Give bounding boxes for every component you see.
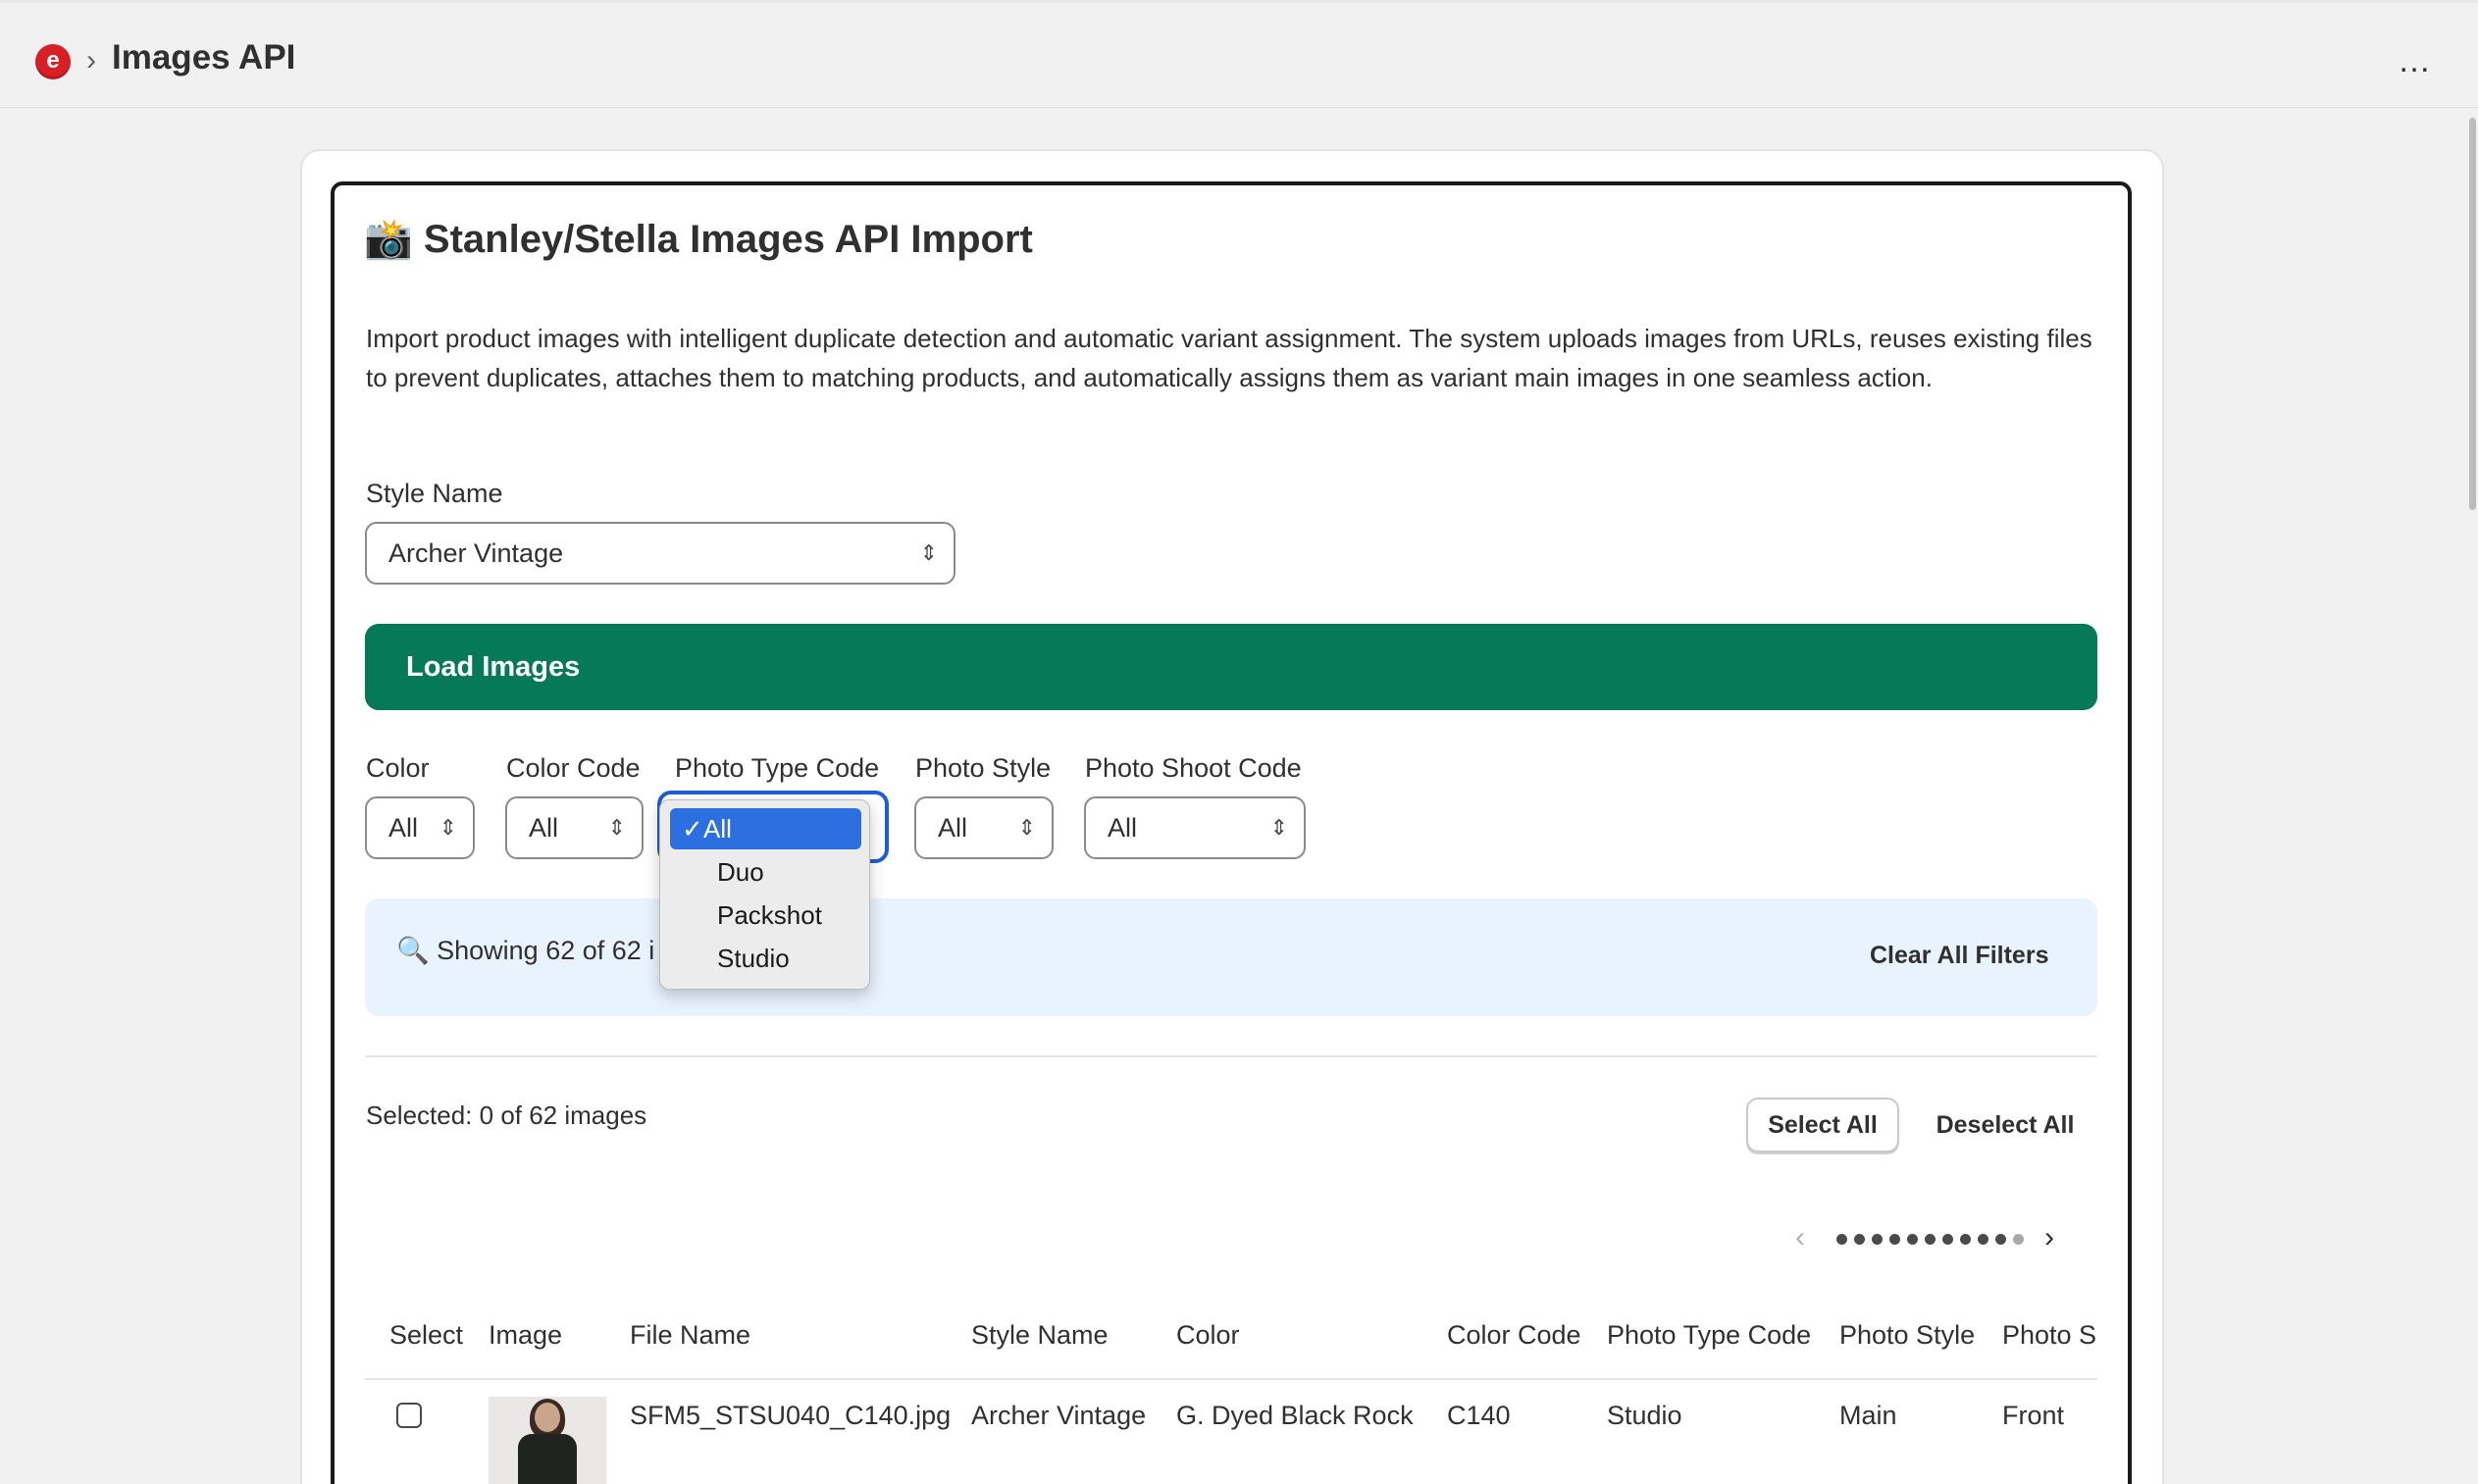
pagination-dot[interactable] — [2013, 1234, 2024, 1245]
cell-style-name: Archer Vintage — [971, 1401, 1147, 1430]
page-title: Images API — [112, 38, 296, 77]
photo-style-filter-select[interactable]: All ⇕ — [914, 796, 1054, 859]
pagination-dot[interactable] — [1995, 1234, 2006, 1245]
column-header-image: Image — [489, 1320, 563, 1350]
row-select-checkbox[interactable] — [396, 1403, 422, 1428]
dropdown-option-packshot[interactable]: Packshot — [670, 895, 861, 936]
more-actions-icon[interactable]: … — [2398, 42, 2432, 80]
selection-status: Selected: 0 of 62 images — [366, 1100, 647, 1130]
top-bar: e › Images API … — [0, 0, 2478, 108]
section-divider — [365, 1055, 2097, 1057]
clear-all-filters-button[interactable]: Clear All Filters — [1870, 942, 2048, 970]
product-image-thumbnail[interactable] — [489, 1397, 606, 1484]
style-name-select[interactable]: Archer Vintage ⇕ — [365, 522, 955, 585]
card-heading: 📸 Stanley/Stella Images API Import — [364, 218, 1033, 261]
column-header-color-code: Color Code — [1447, 1320, 1581, 1350]
load-images-button[interactable]: Load Images — [365, 624, 2097, 710]
cell-photo-type-code: Studio — [1607, 1401, 1682, 1430]
breadcrumb-chevron-icon: › — [86, 44, 96, 77]
style-name-value: Archer Vintage — [388, 538, 564, 568]
column-header-file-name: File Name — [630, 1320, 751, 1350]
cell-color-code: C140 — [1447, 1401, 1511, 1430]
select-chevron-icon: ⇕ — [1269, 815, 1288, 840]
cell-file-name: SFM5_STSU040_C140.jpg — [630, 1401, 952, 1430]
pagination-dot[interactable] — [1872, 1234, 1883, 1245]
select-chevron-icon: ⇕ — [919, 540, 938, 565]
dropdown-option-duo[interactable]: Duo — [670, 851, 861, 893]
color-filter-value: All — [388, 813, 419, 843]
cell-photo-style: Main — [1839, 1401, 1897, 1430]
photo-style-filter-value: All — [938, 813, 968, 843]
column-header-style-name: Style Name — [971, 1320, 1109, 1350]
column-header-photo-style: Photo Style — [1839, 1320, 1976, 1350]
select-chevron-icon: ⇕ — [439, 815, 457, 840]
pagination-next-icon[interactable]: › — [2044, 1221, 2054, 1254]
pagination-dot[interactable] — [1854, 1234, 1865, 1245]
photo-shoot-code-filter-label: Photo Shoot Code — [1085, 753, 1302, 783]
column-header-photo-shoot: Photo S — [2002, 1320, 2097, 1350]
cell-color: G. Dyed Black Rock — [1176, 1401, 1414, 1430]
pagination-prev-icon[interactable]: ‹ — [1795, 1221, 1805, 1254]
color-filter-label: Color — [366, 753, 430, 783]
pagination-dot[interactable] — [1925, 1234, 1936, 1245]
color-code-filter-label: Color Code — [506, 753, 641, 783]
select-chevron-icon: ⇕ — [607, 815, 626, 840]
photo-shoot-code-filter-value: All — [1108, 813, 1138, 843]
photo-type-code-dropdown: ✓All Duo Packshot Studio — [659, 799, 870, 990]
showing-count-text: 🔍 Showing 62 of 62 i — [396, 936, 655, 965]
photo-style-filter-label: Photo Style — [915, 753, 1052, 783]
table-header-divider — [365, 1378, 2097, 1380]
card-description: Import product images with intelligent d… — [366, 324, 2092, 392]
photo-type-code-filter-label: Photo Type Code — [675, 753, 880, 783]
app-logo-icon[interactable]: e — [35, 44, 71, 79]
color-filter-select[interactable]: All ⇕ — [365, 796, 475, 859]
pagination-dot[interactable] — [1960, 1234, 1971, 1245]
select-chevron-icon: ⇕ — [1017, 815, 1036, 840]
style-name-label: Style Name — [366, 479, 503, 508]
pagination-dot[interactable] — [1942, 1234, 1953, 1245]
color-code-filter-select[interactable]: All ⇕ — [505, 796, 644, 859]
pagination-dot[interactable] — [1836, 1234, 1847, 1245]
column-header-photo-type-code: Photo Type Code — [1607, 1320, 1812, 1350]
column-header-select: Select — [389, 1320, 464, 1350]
deselect-all-button[interactable]: Deselect All — [1923, 1098, 2088, 1152]
pagination-dot[interactable] — [1978, 1234, 1988, 1245]
pagination-dots — [1836, 1234, 2024, 1245]
checkmark-icon: ✓ — [682, 814, 703, 844]
column-header-color: Color — [1176, 1320, 1240, 1350]
dropdown-option-studio[interactable]: Studio — [670, 938, 861, 979]
pagination-dot[interactable] — [1907, 1234, 1918, 1245]
select-all-button[interactable]: Select All — [1746, 1098, 1899, 1152]
dropdown-option-all[interactable]: ✓All — [670, 808, 861, 849]
photo-shoot-code-filter-select[interactable]: All ⇕ — [1084, 796, 1306, 859]
color-code-filter-value: All — [529, 813, 559, 843]
cell-photo-shoot: Front — [2002, 1401, 2065, 1430]
pagination-dot[interactable] — [1889, 1234, 1900, 1245]
scrollbar-thumb[interactable] — [2469, 118, 2476, 510]
